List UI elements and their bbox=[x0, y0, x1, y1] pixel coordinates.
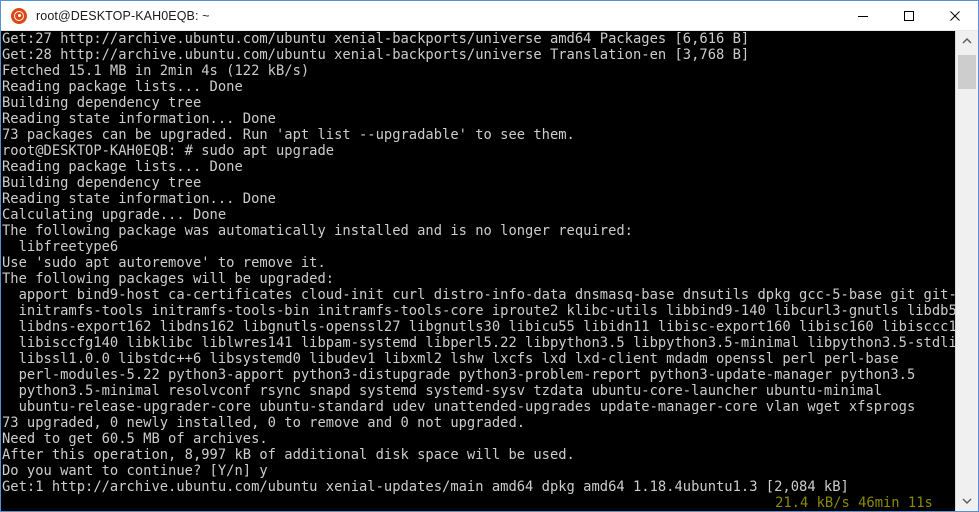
terminal-line: ubuntu-release-upgrader-core ubuntu-stan… bbox=[2, 399, 916, 415]
terminal-line: python3.5-minimal resolvconf rsync snapd… bbox=[2, 383, 883, 399]
terminal-line: libfreetype6 bbox=[2, 239, 119, 255]
minimize-button[interactable] bbox=[840, 1, 886, 30]
terminal-line: Get:28 http://archive.ubuntu.com/ubuntu … bbox=[2, 47, 750, 63]
terminal-line: The following packages will be upgraded: bbox=[2, 271, 335, 287]
terminal-line: Fetched 15.1 MB in 2min 4s (122 kB/s) bbox=[2, 63, 310, 79]
terminal-window: root@DESKTOP-KAH0EQB: ~ Get:27 http://ar… bbox=[0, 0, 979, 512]
maximize-button[interactable] bbox=[886, 1, 932, 30]
terminal-line: libssl1.0.0 libstdc++6 libsystemd0 libud… bbox=[2, 351, 899, 367]
window-title: root@DESKTOP-KAH0EQB: ~ bbox=[36, 8, 210, 23]
ubuntu-logo-icon bbox=[11, 7, 27, 24]
terminal-line: Calculating upgrade... Done bbox=[2, 207, 227, 223]
terminal-line: Do you want to continue? [Y/n] y bbox=[2, 463, 268, 479]
terminal-line: Building dependency tree bbox=[2, 95, 202, 111]
terminal-line: initramfs-tools initramfs-tools-bin init… bbox=[2, 303, 955, 319]
terminal-line: Reading package lists... Done bbox=[2, 159, 243, 175]
close-button[interactable] bbox=[932, 1, 978, 30]
window-controls bbox=[840, 1, 978, 30]
terminal-line: root@DESKTOP-KAH0EQB: # sudo apt upgrade bbox=[2, 143, 335, 159]
terminal-line: perl-modules-5.22 python3-apport python3… bbox=[2, 367, 916, 383]
terminal-line: libisccfg140 libklibc liblwres141 libpam… bbox=[2, 335, 955, 351]
terminal-line: Building dependency tree bbox=[2, 175, 202, 191]
download-rate-line: 21.4 kB/s 46min 11s bbox=[775, 495, 933, 511]
terminal-line: Reading package lists... Done bbox=[2, 79, 243, 95]
terminal-line: Use 'sudo apt autoremove' to remove it. bbox=[2, 255, 326, 271]
terminal-line: apport bind9-host ca-certificates cloud-… bbox=[2, 287, 955, 303]
terminal-line: After this operation, 8,997 kB of additi… bbox=[2, 447, 575, 463]
terminal-line: Get:1 http://archive.ubuntu.com/ubuntu x… bbox=[2, 479, 849, 495]
terminal-line: 73 upgraded, 0 newly installed, 0 to rem… bbox=[2, 415, 526, 431]
terminal-body: Get:27 http://archive.ubuntu.com/ubuntu … bbox=[1, 31, 978, 511]
title-bar: root@DESKTOP-KAH0EQB: ~ bbox=[1, 1, 978, 31]
terminal-line: 73 packages can be upgraded. Run 'apt li… bbox=[2, 127, 575, 143]
terminal-line: libdns-export162 libdns162 libgnutls-ope… bbox=[2, 319, 955, 335]
scrollbar-thumb[interactable] bbox=[958, 55, 976, 89]
vertical-scrollbar[interactable] bbox=[955, 31, 978, 511]
terminal-line: Reading state information... Done bbox=[2, 191, 276, 207]
terminal-line: Reading state information... Done bbox=[2, 111, 276, 127]
terminal-line: Need to get 60.5 MB of archives. bbox=[2, 431, 268, 447]
terminal-line: Get:27 http://archive.ubuntu.com/ubuntu … bbox=[2, 31, 750, 47]
chevron-up-icon[interactable] bbox=[956, 31, 978, 51]
terminal-output[interactable]: Get:27 http://archive.ubuntu.com/ubuntu … bbox=[1, 31, 955, 511]
terminal-line: The following package was automatically … bbox=[2, 223, 633, 239]
chevron-down-icon[interactable] bbox=[956, 491, 978, 511]
scrollbar-track[interactable] bbox=[956, 51, 978, 491]
